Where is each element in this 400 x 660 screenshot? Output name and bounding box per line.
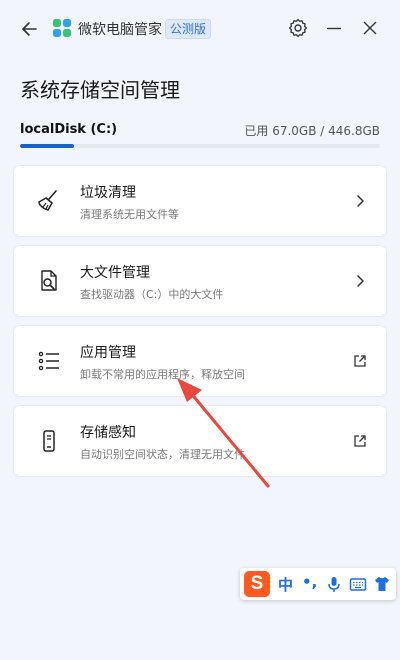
title-bar: 微软电脑管家 公测版 bbox=[0, 0, 400, 56]
card-title: 垃圾清理 bbox=[80, 185, 136, 201]
microphone-icon[interactable] bbox=[325, 575, 343, 593]
app-title: 微软电脑管家 bbox=[78, 22, 162, 38]
card-description: 自动识别空间状态，清理无用文件 bbox=[80, 448, 245, 461]
skin-shirt-icon[interactable] bbox=[373, 575, 391, 593]
disk-usage-text: 已用 67.0GB / 446.8GB bbox=[244, 124, 380, 138]
edition-badge: 公测版 bbox=[165, 19, 212, 39]
card-title: 大文件管理 bbox=[80, 265, 150, 281]
list-icon bbox=[38, 351, 59, 371]
app-logo-icon bbox=[53, 19, 71, 37]
broom-icon bbox=[38, 190, 57, 211]
minimize-icon[interactable] bbox=[322, 16, 346, 40]
card-description: 清理系统无用文件等 bbox=[80, 208, 179, 221]
card-storage-sense[interactable]: 存储感知 自动识别空间状态，清理无用文件 bbox=[14, 406, 386, 476]
external-link-icon[interactable] bbox=[352, 353, 368, 369]
card-title: 存储感知 bbox=[80, 425, 136, 441]
page-title: 系统存储空间管理 bbox=[20, 78, 180, 102]
sogou-logo-icon[interactable]: S bbox=[244, 571, 270, 597]
disk-name: localDisk (C:) bbox=[20, 122, 118, 137]
disk-usage-bar bbox=[20, 144, 380, 148]
settings-gear-icon[interactable] bbox=[286, 16, 310, 40]
ime-toolbar: S 中 •, bbox=[240, 568, 396, 600]
card-title: 应用管理 bbox=[80, 345, 136, 361]
card-junk-cleanup[interactable]: 垃圾清理 清理系统无用文件等 bbox=[14, 166, 386, 236]
card-description: 查找驱动器（C:）中的大文件 bbox=[80, 288, 224, 301]
keyboard-icon[interactable] bbox=[349, 575, 367, 593]
chevron-right-icon[interactable] bbox=[352, 193, 368, 209]
phone-icon bbox=[43, 430, 55, 452]
chevron-right-icon[interactable] bbox=[352, 273, 368, 289]
card-app-management[interactable]: 应用管理 卸载不常用的应用程序，释放空间 bbox=[14, 326, 386, 396]
ime-punctuation-toggle[interactable]: •, bbox=[302, 573, 317, 591]
external-link-icon[interactable] bbox=[352, 433, 368, 449]
disk-usage-bar-fill bbox=[20, 144, 74, 148]
ime-mode-toggle[interactable]: 中 bbox=[278, 574, 293, 595]
card-description: 卸载不常用的应用程序，释放空间 bbox=[80, 368, 245, 381]
card-large-file-management[interactable]: 大文件管理 查找驱动器（C:）中的大文件 bbox=[14, 246, 386, 316]
close-icon[interactable] bbox=[358, 16, 382, 40]
file-search-icon bbox=[41, 270, 57, 291]
back-arrow-icon[interactable] bbox=[18, 16, 44, 42]
